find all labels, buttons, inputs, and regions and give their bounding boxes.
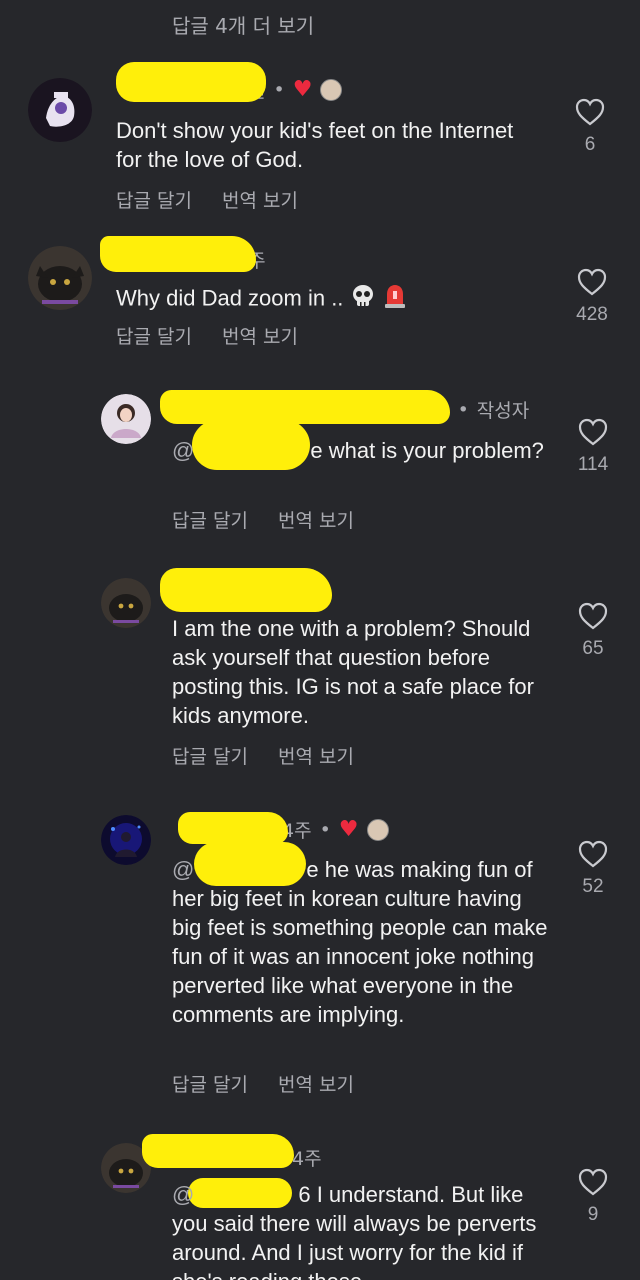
liked-by-author-icon: ♥ [338,816,359,842]
redacted-username [160,390,450,424]
mention-tail: e [306,857,319,882]
comments-screen: 답글 4개 더 보기 일 • ♥ Don't show your kid's f… [0,0,640,1280]
author-avatar-mini [320,78,343,101]
heart-outline-icon[interactable] [578,602,608,630]
translate-button[interactable]: 번역 보기 [222,186,298,213]
separator-dot: • [273,78,285,101]
comment-text: Why did Dad zoom in .. [116,282,536,317]
comment-text: @ e what is your problem? [172,436,552,465]
comment-meta: 4주 • ♥ [282,816,389,843]
reply-button[interactable]: 답글 달기 [116,322,192,349]
like-count: 65 [582,638,604,659]
reply-button[interactable]: 답글 달기 [172,742,248,769]
translate-button[interactable]: 번역 보기 [278,1070,354,1097]
like-count: 428 [576,304,608,325]
avatar[interactable] [101,815,151,865]
like-count: 9 [587,1204,599,1225]
comment-text-body: he was making fun of her big feet in kor… [172,857,548,1027]
author-tag: 작성자 [476,400,530,422]
comment-meta: 4주 [292,1144,322,1171]
heart-outline-icon[interactable] [577,268,607,296]
like-control[interactable]: 9 [563,1168,623,1226]
translate-button[interactable]: 번역 보기 [278,506,354,533]
redacted-username [142,1134,294,1168]
comment-text-body: Why did Dad zoom in .. [116,285,350,311]
mention-tail: e [310,438,323,463]
like-control[interactable]: 428 [562,268,622,326]
redacted-username [178,812,288,844]
heart-outline-icon[interactable] [578,1168,608,1196]
comment-text: @6 I understand. But like you said there… [172,1180,552,1280]
comment-text-body: I understand. But like you said there wi… [172,1182,537,1280]
redacted-username [100,236,256,272]
like-count: 114 [577,454,609,475]
avatar[interactable] [28,246,92,310]
reply-button[interactable]: 답글 달기 [172,1070,248,1097]
translate-button[interactable]: 번역 보기 [222,322,298,349]
mention-prefix[interactable]: @ [172,1182,194,1207]
comment-text: I am the one with a problem? Should ask … [172,616,534,728]
mention-prefix[interactable]: @ [172,438,194,463]
comment-actions: 답글 달기 번역 보기 [172,1070,354,1097]
like-control[interactable]: 6 [560,98,620,156]
comment-text-body: what is your problem? [322,438,544,463]
redacted-username [160,568,332,612]
heart-outline-icon[interactable] [578,418,608,446]
heart-outline-icon[interactable] [578,840,608,868]
separator-dot: • [457,398,469,421]
like-control[interactable]: 65 [563,602,623,660]
translate-button[interactable]: 번역 보기 [278,742,354,769]
comment-actions: 답글 달기 번역 보기 [172,742,354,769]
like-control[interactable]: 52 [563,840,623,898]
like-count: 52 [582,876,604,897]
separator-dot: • [319,818,331,841]
siren-emoji-icon [382,282,408,317]
comment-actions: 답글 달기 번역 보기 [116,322,298,349]
timestamp: 4주 [292,1148,322,1170]
like-count: 6 [584,134,596,155]
liked-by-author-icon: ♥ [292,76,313,102]
heart-outline-icon[interactable] [575,98,605,126]
redacted-username [116,62,266,102]
like-control[interactable]: 114 [563,418,623,476]
comment-text: Don't show your kid's feet on the Intern… [116,118,514,172]
mention-tail: 6 [298,1182,311,1207]
mention-prefix[interactable]: @ [172,857,194,882]
comment-text: @ e he was making fun of her big feet in … [172,855,557,1029]
comment-actions: 답글 달기 번역 보기 [172,506,354,533]
reply-button[interactable]: 답글 달기 [116,186,192,213]
avatar[interactable] [28,78,92,142]
skull-emoji-icon [350,283,376,316]
comment-actions: 답글 달기 번역 보기 [116,186,298,213]
author-avatar-mini [366,818,389,841]
reply-button[interactable]: 답글 달기 [172,506,248,533]
view-more-replies-button[interactable]: 답글 4개 더 보기 [172,10,314,39]
avatar[interactable] [101,394,151,444]
avatar[interactable] [101,578,151,628]
